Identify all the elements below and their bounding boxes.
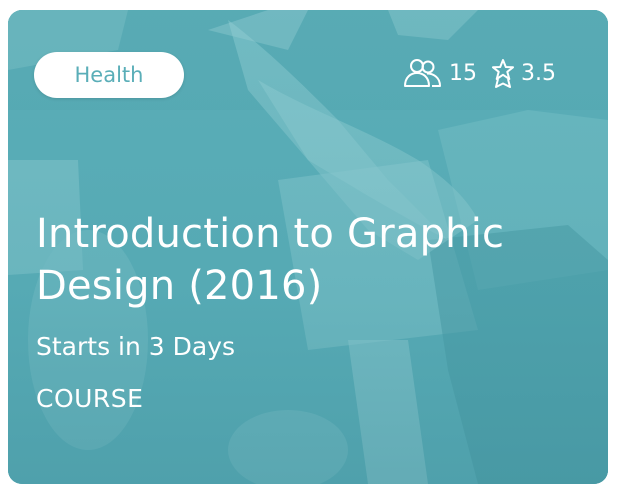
course-card[interactable]: Health 15 3.5 Introduction to Graphic De… (8, 10, 608, 484)
course-stats: 15 3.5 (403, 58, 556, 88)
star-ribbon-icon (492, 59, 514, 88)
rating-value: 3.5 (521, 60, 556, 86)
course-start-date: Starts in 3 Days (36, 332, 236, 361)
users-icon (404, 59, 441, 87)
students-stat: 15 (403, 58, 477, 88)
course-title[interactable]: Introduction to Graphic Design (2016) (36, 208, 581, 312)
students-count: 15 (449, 60, 477, 86)
course-type-label: COURSE (36, 384, 144, 413)
rating-stat: 3.5 (491, 58, 556, 88)
category-badge[interactable]: Health (34, 52, 184, 98)
